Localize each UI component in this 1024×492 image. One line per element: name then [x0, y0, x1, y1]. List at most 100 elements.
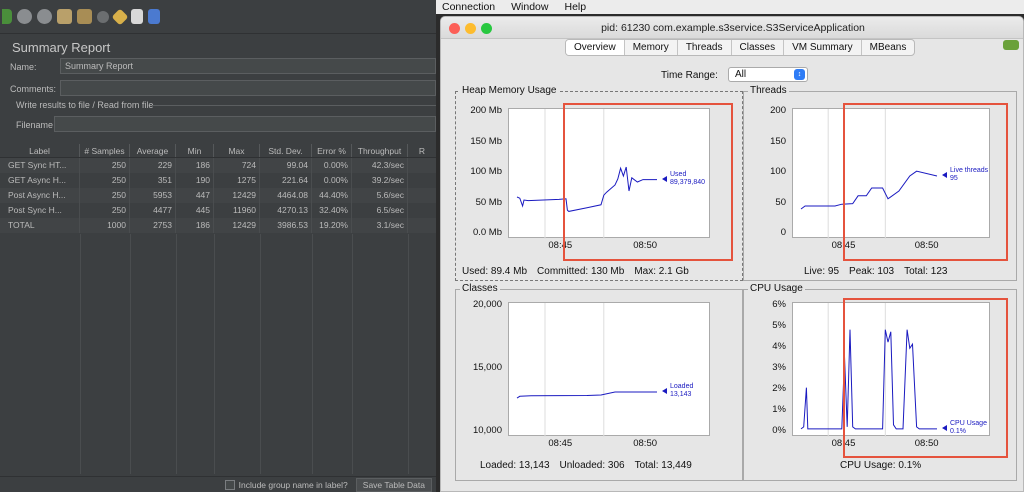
minimize-button[interactable] — [465, 23, 476, 34]
search-icon[interactable] — [97, 10, 109, 23]
include-group-checkbox[interactable] — [224, 479, 235, 490]
connection-plug-icon — [1003, 40, 1019, 50]
table-cell: 724 — [214, 158, 260, 173]
function-helper-icon[interactable] — [131, 9, 143, 24]
footer-stat: Peak: 103 — [849, 266, 895, 277]
table-cell: 351 — [130, 173, 176, 188]
x-tick-label: 08:45 — [548, 240, 573, 251]
heap-chart-footer: Used: 89.4 Mb Committed: 130 Mb Max: 2.1 G… — [462, 266, 699, 277]
table-cell: 3986.53 — [260, 218, 312, 233]
footer-stat: Total: 123 — [904, 266, 948, 277]
clear-all-icon[interactable] — [77, 9, 92, 24]
table-cell — [408, 188, 436, 203]
tab-mbeans[interactable]: MBeans — [862, 40, 915, 55]
table-cell: 12429 — [214, 188, 260, 203]
series-line — [516, 391, 657, 399]
clear-icon[interactable] — [57, 9, 72, 24]
table-cell: 3.1/sec — [352, 218, 408, 233]
series-legend-label: Live threads 95 — [950, 167, 989, 182]
footer-stat: Unloaded: 306 — [559, 460, 625, 471]
y-tick-label: 20,000 — [472, 299, 502, 310]
time-range-label: Time Range: — [661, 70, 718, 81]
heap-chart-title: Heap Memory Usage — [460, 85, 559, 96]
series-line — [800, 329, 937, 430]
classes-chart-svg — [516, 303, 657, 437]
divider — [152, 105, 436, 106]
name-field[interactable]: Summary Report — [60, 58, 436, 74]
table-cell: Post Async H... — [0, 188, 80, 203]
col-header-max[interactable]: Max — [214, 144, 260, 157]
table-cell: 5.6/sec — [352, 188, 408, 203]
table-cell: 186 — [176, 218, 214, 233]
table-cell: 19.20% — [312, 218, 352, 233]
cpu-chart-title: CPU Usage — [748, 283, 805, 294]
col-header-std-dev[interactable]: Std. Dev. — [260, 144, 312, 157]
jmeter-panel: Summary Report Name: Summary Report Comm… — [0, 0, 436, 492]
help-icon[interactable] — [148, 9, 160, 24]
footer-stat: Loaded: 13,143 — [480, 460, 550, 471]
table-body: GET Sync HT... 250 229 186 724 99.04 0.00% 42.3… — [0, 158, 436, 233]
menu-window[interactable]: Window — [511, 1, 548, 13]
col-header-throughput[interactable]: Throughput — [352, 144, 408, 157]
series-legend-label: Used 89,379,840 — [670, 170, 706, 186]
table-cell: 445 — [176, 203, 214, 218]
menu-connection[interactable]: Connection — [442, 1, 495, 13]
column-divider — [312, 234, 313, 474]
table-cell: 0.00% — [312, 158, 352, 173]
y-tick-label: 15,000 — [472, 362, 502, 373]
col-header-label[interactable]: Label — [0, 144, 80, 157]
x-tick-label: 08:50 — [914, 240, 939, 251]
table-cell: GET Sync HT... — [0, 158, 80, 173]
col-header-samples[interactable]: # Samples — [80, 144, 130, 157]
col-header-received[interactable]: R — [408, 144, 436, 157]
stop-icon[interactable] — [17, 9, 32, 24]
table-row[interactable]: Post Sync H... 250 4477 445 11960 4270.13 32.4… — [0, 203, 436, 218]
legend-marker-icon — [942, 172, 947, 178]
col-header-average[interactable]: Average — [130, 144, 176, 157]
reset-search-icon[interactable] — [111, 8, 129, 25]
tab-classes[interactable]: Classes — [732, 40, 785, 55]
table-cell — [408, 218, 436, 233]
table-header: Label # Samples Average Min Max Std. Dev… — [0, 144, 436, 158]
comments-field[interactable] — [60, 80, 436, 96]
run-icon[interactable] — [2, 9, 12, 24]
y-tick-label: 200 — [770, 105, 786, 116]
time-range-select[interactable]: All ↕ — [728, 67, 808, 82]
heap-chart-panel: Heap Memory Usage 200 Mb 150 Mb 100 Mb 50 Mb… — [455, 85, 743, 281]
tab-memory[interactable]: Memory — [625, 40, 678, 55]
shutdown-icon[interactable] — [37, 9, 52, 24]
save-table-button[interactable]: Save Table Data — [355, 477, 432, 492]
table-row[interactable]: GET Async H... 250 351 190 1275 221.64 0.00% 39… — [0, 173, 436, 188]
include-group-label: Include group name in label? — [238, 479, 348, 490]
footer-stat: Committed: 130 Mb — [537, 266, 625, 277]
footer-stat: CPU Usage: 0.1% — [840, 460, 922, 471]
series-line — [800, 170, 938, 210]
footer-stat: Max: 2.1 Gb — [634, 266, 689, 277]
zoom-button[interactable] — [481, 23, 492, 34]
table-row[interactable]: TOTAL 1000 2753 186 12429 3986.53 19.20% 3.1/se… — [0, 218, 436, 233]
table-row[interactable]: GET Sync HT... 250 229 186 724 99.04 0.00% 42.3… — [0, 158, 436, 173]
filename-row: Filename — [16, 120, 53, 130]
comments-row: Comments: — [10, 84, 56, 94]
y-tick-label: 3% — [772, 362, 786, 373]
col-header-error[interactable]: Error % — [312, 144, 352, 157]
table-cell — [408, 203, 436, 218]
tab-vm-summary[interactable]: VM Summary — [784, 40, 862, 55]
y-tick-label: 50 — [775, 196, 786, 208]
y-tick-label: 4% — [772, 341, 786, 352]
filename-field[interactable] — [54, 116, 436, 132]
footer-stat: Live: 95 — [804, 266, 840, 277]
table-empty-area — [0, 234, 436, 474]
table-cell: 186 — [176, 158, 214, 173]
menu-help[interactable]: Help — [564, 1, 586, 13]
tab-overview[interactable]: Overview — [566, 40, 625, 55]
footer-stat: Used: 89.4 Mb — [462, 266, 528, 277]
x-tick-label: 08:45 — [548, 438, 573, 449]
write-results-label: Write results to file / Read from file — [16, 100, 154, 110]
table-cell: 250 — [80, 203, 130, 218]
close-button[interactable] — [449, 23, 460, 34]
table-row[interactable]: Post Async H... 250 5953 447 12429 4464.08 44.… — [0, 188, 436, 203]
table-cell: 44.40% — [312, 188, 352, 203]
tab-threads[interactable]: Threads — [678, 40, 732, 55]
col-header-min[interactable]: Min — [176, 144, 214, 157]
